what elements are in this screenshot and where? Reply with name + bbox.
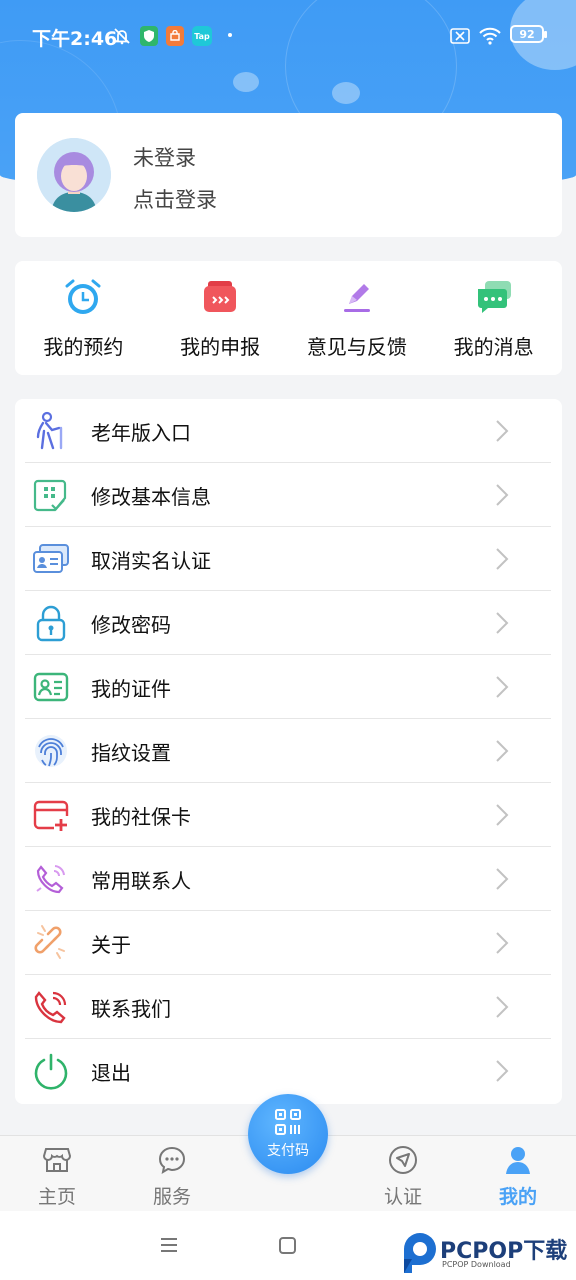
chevron-right-icon bbox=[496, 676, 509, 698]
tab-mine[interactable]: 我的 bbox=[478, 1136, 558, 1212]
chevron-right-icon bbox=[496, 1060, 509, 1082]
shield-app-icon bbox=[140, 26, 158, 46]
menu-label: 指纹设置 bbox=[91, 741, 171, 765]
menu-label: 修改基本信息 bbox=[91, 485, 211, 509]
home-button-icon[interactable] bbox=[279, 1237, 296, 1254]
quick-my-appointment[interactable]: 我的预约 bbox=[15, 261, 152, 375]
chevron-right-icon bbox=[496, 932, 509, 954]
chat-dots-icon bbox=[158, 1146, 186, 1175]
menu-item-about[interactable]: 关于 bbox=[25, 911, 551, 975]
fingerprint-icon bbox=[35, 735, 67, 767]
menu-label: 退出 bbox=[91, 1061, 131, 1085]
menu-item-fingerprint[interactable]: 指纹设置 bbox=[25, 719, 551, 783]
menu-label: 常用联系人 bbox=[91, 869, 191, 893]
menu-item-frequent-contacts[interactable]: 常用联系人 bbox=[25, 847, 551, 911]
phone-call-icon bbox=[34, 991, 67, 1024]
notification-dot bbox=[228, 33, 232, 37]
tab-home[interactable]: 主页 bbox=[17, 1136, 97, 1212]
person-icon bbox=[506, 1147, 530, 1174]
watermark-subtext: PCPOP Download bbox=[442, 1260, 511, 1269]
elderly-icon bbox=[36, 411, 63, 450]
settings-menu: 老年版入口 修改基本信息 取消实名认证 修改密码 我的证件 指纹设置 我的社保卡… bbox=[15, 399, 562, 1104]
id-cards-icon bbox=[33, 544, 69, 573]
chevron-right-icon bbox=[496, 740, 509, 762]
menu-label: 老年版入口 bbox=[91, 421, 191, 445]
quick-label: 我的申报 bbox=[180, 335, 261, 359]
chevron-right-icon bbox=[496, 420, 509, 442]
battery-icon: 92 bbox=[510, 25, 547, 43]
wifi-icon bbox=[478, 26, 502, 46]
menu-item-my-certificates[interactable]: 我的证件 bbox=[25, 655, 551, 719]
quick-label: 我的消息 bbox=[453, 335, 534, 359]
quick-feedback[interactable]: 意见与反馈 bbox=[289, 261, 426, 375]
login-card[interactable]: 未登录 点击登录 bbox=[15, 113, 562, 237]
chevron-right-icon bbox=[496, 484, 509, 506]
chevron-right-icon bbox=[496, 612, 509, 634]
tab-label: 主页 bbox=[37, 1186, 76, 1208]
menu-item-contact-us[interactable]: 联系我们 bbox=[25, 975, 551, 1039]
menu-label: 关于 bbox=[91, 933, 131, 957]
decor-bubble bbox=[233, 72, 259, 92]
mute-bell-icon bbox=[112, 26, 132, 46]
menu-item-edit-info[interactable]: 修改基本信息 bbox=[25, 463, 551, 527]
chevron-right-icon bbox=[496, 996, 509, 1018]
store-icon bbox=[42, 1148, 72, 1172]
tab-authentication[interactable]: 认证 bbox=[363, 1136, 443, 1212]
pcpop-logo-icon bbox=[404, 1233, 436, 1273]
chevron-right-icon bbox=[496, 548, 509, 570]
login-status: 未登录 bbox=[133, 146, 196, 170]
tab-label: 认证 bbox=[383, 1186, 422, 1208]
alarm-clock-icon bbox=[65, 279, 101, 314]
menu-label: 联系我们 bbox=[91, 997, 171, 1021]
tab-label: 我的 bbox=[498, 1186, 537, 1208]
quick-label: 意见与反馈 bbox=[306, 335, 407, 359]
quick-my-report[interactable]: 我的申报 bbox=[152, 261, 289, 375]
avatar[interactable] bbox=[37, 138, 111, 212]
lock-icon bbox=[36, 605, 66, 642]
chevron-right-icon bbox=[496, 804, 509, 826]
menu-label: 我的社保卡 bbox=[91, 805, 191, 829]
link-icon bbox=[34, 925, 65, 959]
recent-apps-icon[interactable] bbox=[160, 1237, 178, 1253]
chat-bubbles-icon bbox=[477, 281, 511, 313]
menu-item-cancel-realname[interactable]: 取消实名认证 bbox=[25, 527, 551, 591]
social-card-icon bbox=[33, 800, 69, 831]
report-box-icon bbox=[204, 281, 237, 312]
pay-code-label: 支付码 bbox=[267, 1143, 309, 1159]
watermark-logo: PCPOP下载 PCPOP Download bbox=[400, 1229, 576, 1279]
status-time: 下午2:46 bbox=[32, 28, 118, 50]
pay-code-button[interactable]: 支付码 bbox=[248, 1094, 328, 1174]
menu-label: 我的证件 bbox=[91, 677, 171, 701]
certificate-icon bbox=[33, 672, 69, 702]
pen-edit-icon bbox=[343, 284, 370, 312]
system-nav-bar: PCPOP下载 PCPOP Download bbox=[0, 1211, 576, 1280]
contact-phone-icon bbox=[36, 865, 65, 894]
menu-item-social-security-card[interactable]: 我的社保卡 bbox=[25, 783, 551, 847]
login-link[interactable]: 点击登录 bbox=[133, 184, 217, 214]
quick-label: 我的预约 bbox=[43, 335, 124, 359]
menu-item-change-password[interactable]: 修改密码 bbox=[25, 591, 551, 655]
tab-services[interactable]: 服务 bbox=[132, 1136, 212, 1212]
taptap-app-icon: Tap bbox=[192, 26, 212, 46]
power-icon bbox=[34, 1053, 68, 1090]
chevron-right-icon bbox=[496, 868, 509, 890]
status-bar: 下午2:46 Tap 92 bbox=[0, 0, 576, 70]
taobao-app-icon bbox=[166, 26, 184, 46]
qr-code-icon bbox=[275, 1109, 301, 1135]
quick-actions: 我的预约 我的申报 意见与反馈 我的消息 bbox=[15, 261, 562, 375]
menu-label: 修改密码 bbox=[91, 613, 171, 637]
decor-bubble bbox=[332, 82, 360, 104]
menu-label: 取消实名认证 bbox=[91, 549, 211, 573]
sim-icon bbox=[450, 26, 470, 46]
tab-label: 服务 bbox=[152, 1186, 191, 1208]
menu-item-elderly-mode[interactable]: 老年版入口 bbox=[25, 399, 551, 463]
edit-info-icon bbox=[33, 479, 67, 512]
quick-my-messages[interactable]: 我的消息 bbox=[425, 261, 562, 375]
navigation-icon bbox=[389, 1146, 417, 1174]
